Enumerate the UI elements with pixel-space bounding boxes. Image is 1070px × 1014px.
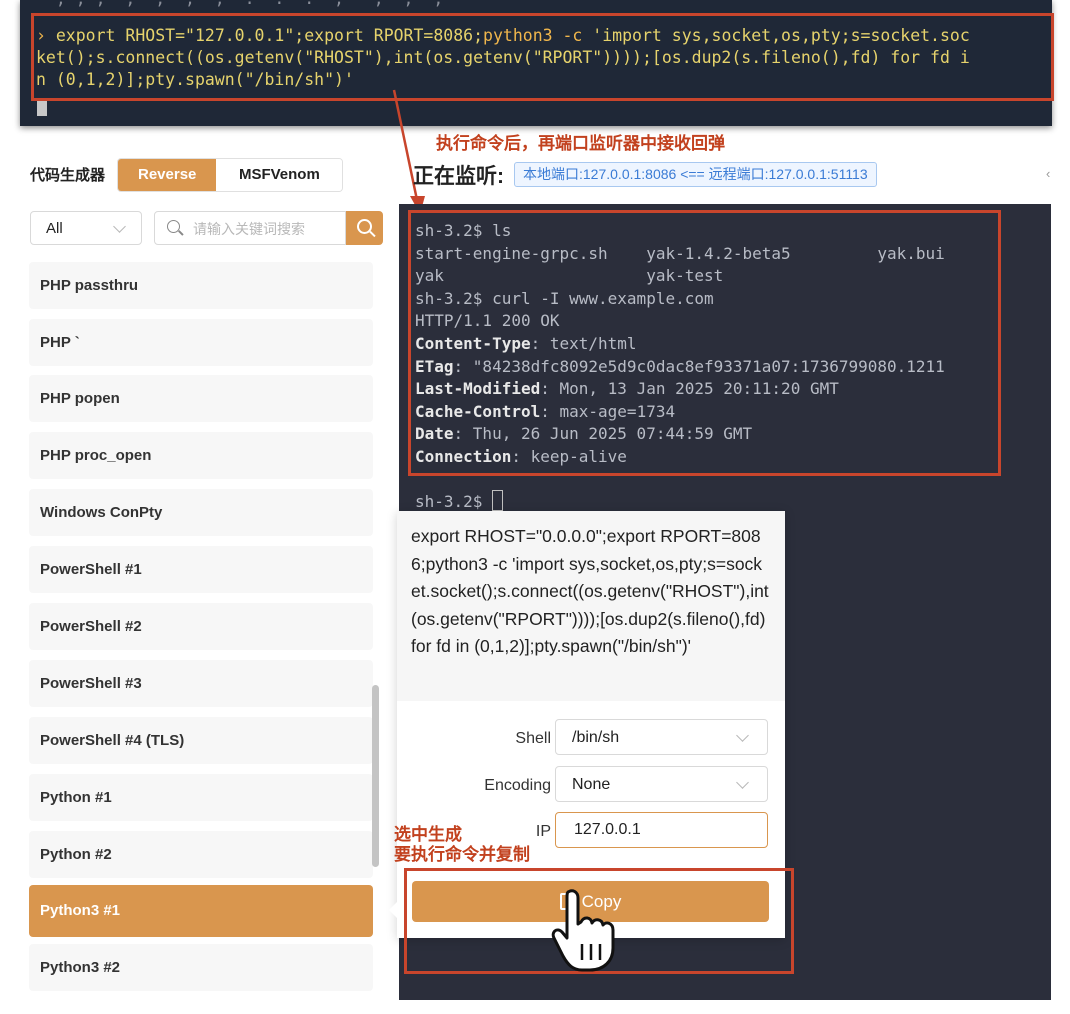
generated-command: export RHOST="0.0.0.0";export RPORT=8086…	[411, 526, 769, 656]
terminal-cursor	[492, 490, 504, 511]
ip-input[interactable]	[572, 820, 756, 840]
chevron-down-icon	[736, 776, 749, 789]
generator-label: 代码生成器	[30, 167, 106, 184]
search-icon	[167, 220, 180, 233]
hand-pointer-icon	[551, 889, 615, 972]
encoding-label: Encoding	[484, 777, 551, 794]
listen-annotation: 执行命令后，再端口监听器中接收回弹	[436, 134, 725, 153]
category-select-value: All	[46, 220, 63, 237]
list-item[interactable]: Python #2	[29, 831, 373, 878]
shell-select[interactable]: /bin/sh	[555, 719, 768, 755]
ip-field[interactable]	[555, 812, 768, 848]
command-highlight-box	[31, 13, 1054, 101]
tab-msfvenom[interactable]: MSFVenom	[216, 159, 343, 191]
list-item[interactable]: Python #1	[29, 774, 373, 821]
list-item[interactable]: Python3 #2	[29, 944, 373, 991]
category-select[interactable]: All	[30, 211, 142, 245]
search-button[interactable]	[346, 211, 383, 245]
annotation-arrow-icon	[392, 89, 425, 214]
encoding-select[interactable]: None	[555, 766, 768, 802]
list-item[interactable]: Windows ConPty	[29, 489, 373, 536]
tab-reverse[interactable]: Reverse	[118, 159, 217, 191]
listener-port-tag: 本地端口:127.0.0.1:8086 <== 远程端口:127.0.0.1:5…	[514, 162, 877, 187]
list-item[interactable]: PowerShell #4 (TLS)	[29, 717, 373, 764]
shell-label: Shell	[515, 730, 551, 747]
list-item[interactable]: PowerShell #3	[29, 660, 373, 707]
popover-arrow	[389, 901, 398, 919]
list-item[interactable]: PowerShell #2	[29, 603, 373, 650]
generated-command-box[interactable]: export RHOST="0.0.0.0";export RPORT=8086…	[397, 511, 785, 701]
list-item[interactable]: PHP passthru	[29, 262, 373, 309]
list-item[interactable]: PHP popen	[29, 375, 373, 422]
copy-annotation: 选中生成 要执行命令并复制	[394, 825, 530, 864]
list-scrollbar[interactable]	[372, 685, 379, 867]
generator-mode-tabs: Reverse MSFVenom	[117, 158, 344, 192]
list-item[interactable]: PHP proc_open	[29, 432, 373, 479]
search-field[interactable]	[154, 211, 346, 245]
chevron-left-icon[interactable]: ‹	[1046, 166, 1050, 181]
list-item[interactable]: PHP `	[29, 319, 373, 366]
search-input[interactable]	[191, 218, 345, 240]
list-item[interactable]: PowerShell #1	[29, 546, 373, 593]
listener-title: 正在监听:	[413, 165, 504, 188]
chevron-down-icon	[736, 729, 749, 742]
list-item-selected[interactable]: Python3 #1	[29, 885, 373, 937]
output-highlight-box	[408, 210, 1001, 476]
search-icon	[357, 219, 372, 234]
chevron-down-icon	[113, 220, 126, 233]
terminal-cut-line: , , , ; , , , . . . , , , ,	[36, 0, 443, 10]
